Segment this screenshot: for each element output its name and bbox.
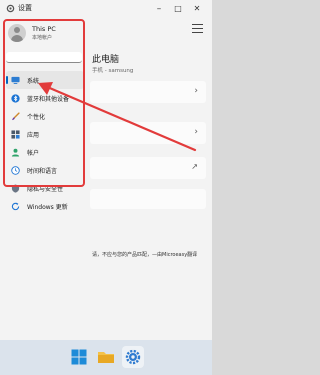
nav-label: Windows 更新 [27, 203, 68, 211]
settings-card[interactable]: › [90, 81, 206, 103]
window-title: 设置 [18, 4, 32, 12]
maximize-button[interactable]: □ [171, 2, 185, 16]
external-link-icon: ↗ [191, 162, 198, 171]
file-explorer-icon[interactable] [95, 346, 117, 368]
main-content: 此电脑 手机 - samsung › › ↗ 请，不应与您的产品匹配，—由Mic… [90, 18, 212, 340]
settings-app-icon [6, 4, 15, 13]
settings-card[interactable]: › [90, 122, 206, 144]
annotation-highlight-box [3, 19, 85, 187]
close-button[interactable]: ✕ [190, 2, 204, 16]
settings-window: 设置 – □ ✕ This PC 本地帐户 系统 蓝牙和其他设备 个性化 应用 … [0, 0, 212, 340]
chevron-right-icon: › [194, 86, 198, 96]
taskbar [0, 340, 212, 375]
settings-card[interactable]: ↗ [90, 157, 206, 179]
page-title: 此电脑 [92, 55, 120, 65]
chevron-right-icon: › [194, 127, 198, 137]
settings-card[interactable] [90, 189, 206, 209]
page-subtitle: 手机 - samsung [92, 68, 134, 74]
title-bar: 设置 – □ ✕ [0, 0, 212, 18]
settings-gear-icon[interactable] [122, 346, 144, 368]
update-icon [11, 202, 20, 210]
minimize-button[interactable]: – [152, 2, 166, 16]
windows-start-icon[interactable] [68, 346, 90, 368]
notice-text: 请，不应与您的产品匹配，—由Microeasy翻译 [92, 252, 198, 258]
nav-item-windows-update[interactable]: Windows 更新 [6, 197, 84, 215]
